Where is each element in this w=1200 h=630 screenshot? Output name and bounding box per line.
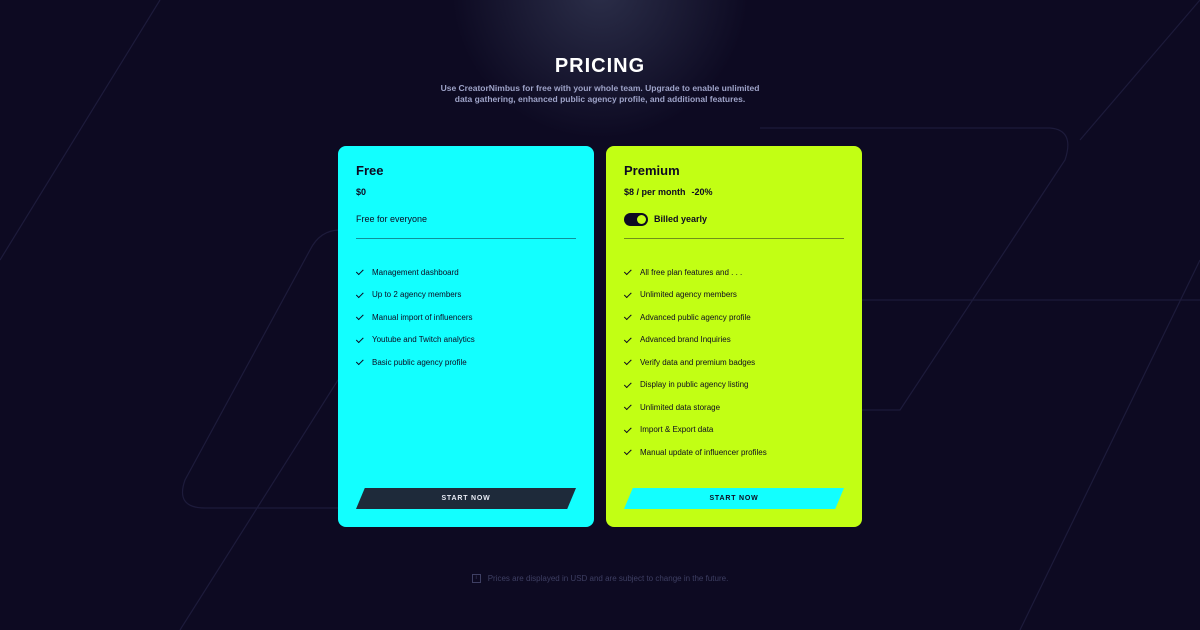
divider — [624, 238, 844, 239]
feature-label: Advanced brand Inquiries — [640, 335, 731, 345]
billing-toggle-row: Billed yearly — [624, 212, 844, 226]
check-icon — [623, 425, 632, 433]
plan-name: Premium — [624, 163, 680, 178]
divider — [356, 238, 576, 239]
check-icon — [355, 335, 364, 343]
plan-price: $0 — [356, 187, 576, 197]
feature-item: Up to 2 agency members — [355, 284, 576, 307]
info-icon: i — [471, 574, 481, 583]
check-icon — [623, 380, 632, 388]
plan-tagline: Free for everyone — [356, 214, 428, 224]
feature-label: Youtube and Twitch analytics — [372, 335, 475, 345]
feature-label: Unlimited data storage — [640, 402, 721, 412]
page-subtitle: Use CreatorNimbus for free with your who… — [440, 83, 760, 104]
plan-price: $8 / per month -20% — [624, 187, 844, 197]
check-icon — [355, 267, 364, 276]
price-value: $8 / per month — [624, 187, 686, 197]
feature-list: All free plan features and . . . Unlimit… — [623, 261, 844, 464]
feature-item: Manual import of influencers — [355, 306, 576, 329]
feature-label: Management dashboard — [372, 267, 459, 277]
billing-toggle[interactable] — [624, 212, 648, 226]
feature-item: Advanced brand Inquiries — [623, 329, 844, 352]
feature-label: Display in public agency listing — [640, 380, 749, 390]
feature-item: Verify data and premium badges — [623, 351, 844, 374]
feature-label: Verify data and premium badges — [640, 357, 756, 367]
feature-item: All free plan features and . . . — [623, 261, 844, 284]
check-icon — [623, 402, 632, 411]
price-value: $0 — [356, 187, 367, 197]
check-icon — [623, 312, 632, 321]
feature-label: Basic public agency profile — [372, 357, 467, 367]
plan-name: Free — [356, 163, 384, 178]
check-icon — [355, 290, 364, 298]
start-now-button-free[interactable]: START NOW — [356, 488, 576, 509]
feature-item: Youtube and Twitch analytics — [355, 329, 576, 352]
feature-item: Management dashboard — [355, 261, 576, 284]
feature-item: Basic public agency profile — [355, 351, 576, 374]
feature-item: Advanced public agency profile — [623, 306, 844, 329]
feature-label: Import & Export data — [640, 425, 714, 435]
check-icon — [355, 357, 364, 366]
feature-label: Unlimited agency members — [640, 290, 737, 300]
feature-label: Advanced public agency profile — [640, 312, 751, 322]
billing-toggle-label: Billed yearly — [654, 214, 708, 224]
check-icon — [623, 267, 632, 276]
feature-list: Management dashboard Up to 2 agency memb… — [355, 261, 576, 374]
check-icon — [623, 335, 632, 343]
feature-item: Unlimited data storage — [623, 396, 844, 419]
check-icon — [355, 312, 364, 321]
feature-item: Display in public agency listing — [623, 374, 844, 397]
plan-card-free: Free $0 Free for everyone Management das… — [338, 146, 594, 527]
feature-label: Manual update of influencer profiles — [640, 447, 767, 457]
start-now-button-premium[interactable]: START NOW — [624, 488, 844, 509]
feature-label: Manual import of influencers — [372, 312, 473, 322]
check-icon — [623, 290, 632, 298]
footnote-text: Prices are displayed in USD and are subj… — [487, 574, 729, 583]
feature-item: Manual update of influencer profiles — [623, 441, 844, 464]
feature-item: Import & Export data — [623, 419, 844, 442]
toggle-knob — [637, 214, 646, 224]
discount-badge: -20% — [691, 187, 713, 197]
feature-item: Unlimited agency members — [623, 284, 844, 307]
pricing-footnote: i Prices are displayed in USD and are su… — [0, 574, 1200, 583]
plan-card-premium: Premium $8 / per month -20% Billed yearl… — [606, 146, 862, 527]
feature-label: Up to 2 agency members — [372, 290, 462, 300]
check-icon — [623, 447, 632, 456]
feature-label: All free plan features and . . . — [640, 267, 743, 277]
page-title: PRICING — [554, 55, 646, 77]
check-icon — [623, 357, 632, 366]
